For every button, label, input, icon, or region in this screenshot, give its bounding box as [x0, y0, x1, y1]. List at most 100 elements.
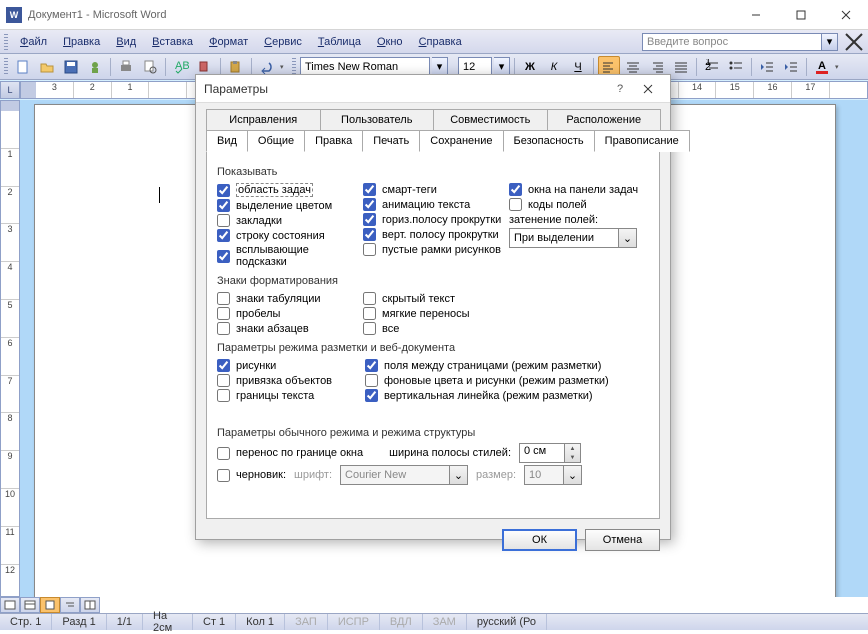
- menu-вид[interactable]: Вид: [108, 34, 144, 50]
- checkbox-знаки-табуляции[interactable]: знаки табуляции: [217, 291, 357, 306]
- checkbox-смарт-теги[interactable]: смарт-теги: [363, 182, 503, 197]
- checkbox-мягкие-переносы[interactable]: мягкие переносы: [363, 306, 503, 321]
- status-pages: 1/1: [107, 614, 143, 630]
- draft-size-dropdown: ⌄: [564, 465, 582, 485]
- menu-таблица[interactable]: Таблица: [310, 34, 369, 50]
- menu-правка[interactable]: Правка: [55, 34, 108, 50]
- menu-справка[interactable]: Справка: [411, 34, 470, 50]
- menu-окно[interactable]: Окно: [369, 34, 411, 50]
- checkbox-строку-состояния[interactable]: строку состояния: [217, 228, 357, 243]
- checkbox-гориз.полосу-прокрутки[interactable]: гориз.полосу прокрутки: [363, 212, 503, 227]
- font-color-button[interactable]: А: [811, 56, 833, 78]
- statusbar: Стр. 1 Разд 1 1/1 На 2см Ст 1 Кол 1 ЗАПИ…: [0, 613, 868, 630]
- checkbox-привязка-объектов[interactable]: привязка объектов: [217, 373, 359, 388]
- field-shading-dropdown[interactable]: ⌄: [619, 228, 637, 248]
- checkbox-верт.-полосу-прокрутки[interactable]: верт. полосу прокрутки: [363, 227, 503, 242]
- ruler'[interactable]: L: [0, 81, 20, 99]
- checkbox-закладки[interactable]: закладки: [217, 213, 357, 228]
- font-color-dropdown[interactable]: ▾: [835, 63, 845, 71]
- group-show-label: Показывать: [217, 166, 649, 178]
- undo-dropdown[interactable]: ▾: [280, 63, 290, 71]
- normal-view-button[interactable]: [0, 597, 20, 613]
- tab-Пользователь[interactable]: Пользователь: [320, 109, 435, 131]
- increase-indent-button[interactable]: [780, 56, 802, 78]
- tab-Общие[interactable]: Общие: [247, 130, 305, 152]
- maximize-button[interactable]: [778, 0, 823, 30]
- menu-файл[interactable]: Файл: [12, 34, 55, 50]
- status-mode-зап[interactable]: ЗАП: [285, 614, 328, 630]
- checkbox-рисунки[interactable]: рисунки: [217, 358, 359, 373]
- status-mode-испр[interactable]: ИСПР: [328, 614, 380, 630]
- reading-view-button[interactable]: [80, 597, 100, 613]
- decrease-indent-button[interactable]: [756, 56, 778, 78]
- toolbar-grip-2[interactable]: [292, 58, 296, 76]
- dialog-close-button[interactable]: [634, 79, 662, 99]
- style-width-input[interactable]: 0 см: [519, 443, 565, 463]
- view-mode-buttons: [0, 597, 100, 613]
- web-view-button[interactable]: [20, 597, 40, 613]
- save-button[interactable]: [60, 56, 82, 78]
- vertical-ruler[interactable]: 123456789101112: [0, 100, 20, 597]
- tab-Совместимость[interactable]: Совместимость: [433, 109, 548, 131]
- checkbox-фоновые-цвета-и-рисунки-(режим-разметки)[interactable]: фоновые цвета и рисунки (режим разметки): [365, 373, 649, 388]
- spelling-button[interactable]: ABC: [170, 56, 192, 78]
- field-shading-select[interactable]: При выделении: [509, 228, 619, 248]
- menu-сервис[interactable]: Сервис: [256, 34, 310, 50]
- help-search-input[interactable]: Введите вопрос: [642, 33, 822, 51]
- menu-вставка[interactable]: Вставка: [144, 34, 201, 50]
- outline-view-button[interactable]: [60, 597, 80, 613]
- status-mode-вдл[interactable]: ВДЛ: [380, 614, 423, 630]
- permissions-button[interactable]: [84, 56, 106, 78]
- print-preview-button[interactable]: [139, 56, 161, 78]
- help-search-dropdown[interactable]: ▾: [822, 33, 838, 51]
- checkbox-вертикальная-линейка-(режим-разметки)[interactable]: вертикальная линейка (режим разметки): [365, 388, 649, 403]
- draft-font-select: Courier New: [340, 465, 450, 485]
- tab-Безопасность[interactable]: Безопасность: [503, 130, 595, 152]
- open-button[interactable]: [36, 56, 58, 78]
- tab-Сохранение[interactable]: Сохранение: [419, 130, 503, 152]
- checkbox-всплывающие-подсказки[interactable]: всплывающие подсказки: [217, 243, 357, 269]
- numbered-list-button[interactable]: 12: [701, 56, 723, 78]
- close-button[interactable]: [823, 0, 868, 30]
- status-line: Ст 1: [193, 614, 236, 630]
- checkbox-wrap-window[interactable]: перенос по границе окна: [217, 446, 363, 461]
- status-language[interactable]: русский (Ро: [467, 614, 547, 630]
- checkbox-коды-полей[interactable]: коды полей: [509, 197, 649, 212]
- tab-Печать[interactable]: Печать: [362, 130, 420, 152]
- dialog-help-button[interactable]: ?: [606, 79, 634, 99]
- checkbox-все[interactable]: все: [363, 321, 503, 336]
- checkbox-окна-на-панели-задач[interactable]: окна на панели задач: [509, 182, 649, 197]
- minimize-button[interactable]: [733, 0, 778, 30]
- checkbox-границы-текста[interactable]: границы текста: [217, 388, 359, 403]
- checkbox-скрытый-текст[interactable]: скрытый текст: [363, 291, 503, 306]
- tab-Правописание[interactable]: Правописание: [594, 130, 690, 152]
- checkbox-поля-между-страницами-(режим-разметки)[interactable]: поля между страницами (режим разметки): [365, 358, 649, 373]
- menubar-grip[interactable]: [4, 34, 8, 50]
- checkbox-пробелы[interactable]: пробелы: [217, 306, 357, 321]
- tab-Расположение[interactable]: Расположение: [547, 109, 662, 131]
- tab-Исправления[interactable]: Исправления: [206, 109, 321, 131]
- bullet-list-button[interactable]: [725, 56, 747, 78]
- dialog-titlebar[interactable]: Параметры ?: [196, 75, 670, 103]
- field-shading-label: затенение полей:: [509, 214, 649, 226]
- checkbox-знаки-абзацев[interactable]: знаки абзацев: [217, 321, 357, 336]
- checkbox-выделение-цветом[interactable]: выделение цветом: [217, 198, 357, 213]
- style-width-spinners[interactable]: ▲▼: [565, 443, 581, 463]
- cancel-button[interactable]: Отмена: [585, 529, 660, 551]
- align-justify-button[interactable]: [670, 56, 692, 78]
- print-layout-view-button[interactable]: [40, 597, 60, 613]
- checkbox-анимацию-текста[interactable]: анимацию текста: [363, 197, 503, 212]
- tab-Вид[interactable]: Вид: [206, 130, 248, 152]
- checkbox-пустые-рамки-рисунков[interactable]: пустые рамки рисунков: [363, 242, 503, 257]
- menu-формат[interactable]: Формат: [201, 34, 256, 50]
- status-mode-зам[interactable]: ЗАМ: [423, 614, 467, 630]
- tab-Правка[interactable]: Правка: [304, 130, 363, 152]
- print-button[interactable]: [115, 56, 137, 78]
- toolbar-grip[interactable]: [4, 58, 8, 76]
- new-doc-button[interactable]: [12, 56, 34, 78]
- doc-close-button[interactable]: [844, 32, 864, 52]
- checkbox-draft[interactable]: черновик:: [217, 468, 286, 483]
- tab-content-view: Показывать область задачвыделение цветом…: [206, 151, 660, 519]
- ok-button[interactable]: ОК: [502, 529, 577, 551]
- checkbox-область-задач[interactable]: область задач: [217, 182, 357, 198]
